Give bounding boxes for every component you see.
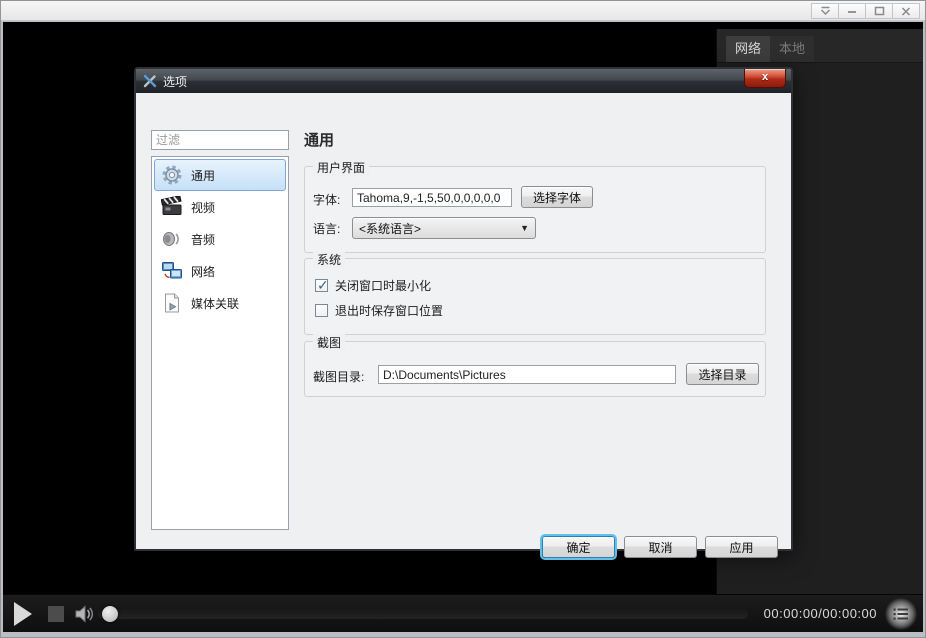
nav-item-label: 网络 [191,263,215,280]
nav-item-network[interactable]: 网络 [154,255,286,287]
screenshot-dir-input[interactable] [378,365,676,384]
language-value: <系统语言> [359,220,520,237]
media-document-icon [160,291,184,315]
play-button[interactable] [14,602,32,626]
window-menu-button[interactable] [811,3,839,19]
tab-local[interactable]: 本地 [770,36,814,62]
settings-nav: 通用 视频 [151,156,289,530]
tools-icon [143,74,157,88]
dialog-titlebar[interactable]: 选项 x [136,69,791,93]
volume-button[interactable] [73,603,95,630]
playlist-tabs: 网络 本地 [717,29,923,63]
seek-handle[interactable] [102,606,118,622]
nav-item-label: 通用 [191,167,215,184]
playlist-icon [893,607,909,621]
close-icon: x [762,71,768,83]
window-controls [812,3,920,19]
stop-button[interactable] [48,606,64,622]
screenshot-dir-label: 截图目录: [313,368,364,385]
apply-button[interactable]: 应用 [705,536,778,558]
close-icon [901,7,911,16]
network-computers-icon [160,259,184,283]
nav-item-label: 视频 [191,199,215,216]
player-controls: 00:00:00/00:00:00 [3,594,923,632]
page-title: 通用 [304,129,334,150]
tab-network[interactable]: 网络 [726,36,770,62]
group-user-interface: 用户界面 字体: 选择字体 语言: <系统语言> ▼ [304,166,766,253]
group-screenshot: 截图 截图目录: 选择目录 [304,341,766,397]
choose-font-button[interactable]: 选择字体 [521,186,593,208]
maximize-button[interactable] [865,3,893,19]
minimize-icon [847,7,857,16]
choose-dir-button[interactable]: 选择目录 [686,363,759,385]
nav-item-label: 音频 [191,231,215,248]
seek-bar[interactable] [98,609,748,619]
font-label: 字体: [313,191,340,208]
dialog-body: 通用 视频 [136,93,791,549]
time-display: 00:00:00/00:00:00 [764,606,877,621]
minimize-button[interactable] [838,3,866,19]
nav-item-video[interactable]: 视频 [154,191,286,223]
speaker-icon [160,227,184,251]
maximize-icon [874,6,885,16]
filter-input[interactable] [151,130,289,150]
chevron-down-bar-icon [820,6,831,16]
playlist-button[interactable] [885,598,917,630]
group-title: 用户界面 [313,159,369,176]
language-label: 语言: [313,220,340,237]
player-window: 网络 本地 00:00:00/00:00:00 [0,0,926,638]
font-input[interactable] [352,188,512,207]
cancel-button[interactable]: 取消 [624,536,697,558]
nav-item-media-assoc[interactable]: 媒体关联 [154,287,286,319]
options-dialog: 选项 x 通用 [134,67,793,551]
group-title: 截图 [313,334,345,351]
window-titlebar[interactable] [1,1,925,21]
ok-button[interactable]: 确定 [542,536,615,558]
dialog-close-button[interactable]: x [744,69,786,88]
chevron-down-icon: ▼ [520,223,529,233]
checkbox-label: 退出时保存窗口位置 [335,302,443,319]
nav-item-general[interactable]: 通用 [154,159,286,191]
checkbox-label: 关闭窗口时最小化 [335,277,431,294]
speaker-icon [73,603,95,625]
nav-item-audio[interactable]: 音频 [154,223,286,255]
gear-icon [160,163,184,187]
group-title: 系统 [313,251,345,268]
checkbox-save-window-position[interactable] [315,304,328,317]
nav-item-label: 媒体关联 [191,295,239,312]
film-clapper-icon [160,195,184,219]
dialog-title: 选项 [163,73,187,90]
checkbox-minimize-on-close[interactable] [315,279,328,292]
close-button[interactable] [892,3,920,19]
language-select[interactable]: <系统语言> ▼ [352,217,536,239]
group-system: 系统 关闭窗口时最小化 退出时保存窗口位置 [304,258,766,335]
